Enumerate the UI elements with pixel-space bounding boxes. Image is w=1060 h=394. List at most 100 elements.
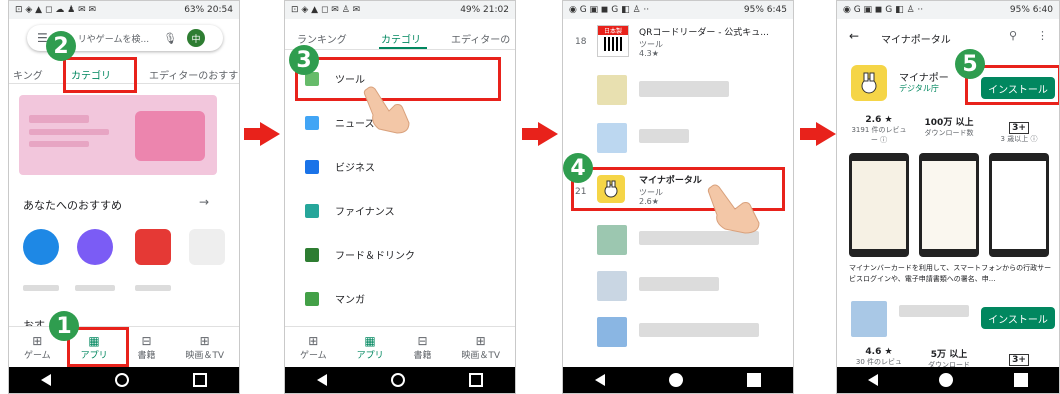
nav-games[interactable]: ⊞ ゲーム (24, 334, 51, 361)
back-icon[interactable] (41, 374, 51, 386)
banner-illustration (135, 111, 205, 161)
search-icon[interactable]: ⚲ (1009, 29, 1017, 42)
nav-movies-label: 映画＆TV (185, 350, 225, 361)
gamepad-icon: ⊞ (308, 333, 319, 348)
android-nav-bar (563, 367, 793, 393)
nav-books-label: 書籍 (137, 350, 156, 361)
made-in-japan-badge: 日本製 (598, 26, 628, 35)
app-name-blur (75, 285, 115, 291)
stat-rating-2: 4.6 ★ 30 件のレビュ (849, 347, 909, 369)
screenshot-2[interactable] (919, 153, 979, 257)
blurred-app-row (597, 123, 627, 153)
back-icon[interactable] (867, 374, 878, 386)
category-business[interactable]: ビジネス (305, 159, 375, 174)
app-icon[interactable] (189, 229, 225, 265)
manga-icon (305, 291, 319, 306)
pointing-hand-icon (707, 184, 760, 234)
search-placeholder[interactable]: リやゲームを検... (78, 32, 149, 45)
flow-arrow-1 (244, 122, 280, 146)
phone-screen-4: ◉ G ▣ ◼ G ◧ ♙ ·· 95% 6:40 ← マイナポータル ⚲ ⋮ … (836, 0, 1060, 394)
nav-books[interactable]: ⊟ 書籍 (413, 334, 431, 361)
nav-apps-label: アプリ (356, 350, 384, 361)
stat-downloads: 100万 以上 ダウンロード数 (919, 115, 979, 138)
screenshot-1[interactable] (849, 153, 909, 257)
recents-icon[interactable] (1014, 373, 1029, 387)
age-value: 3+ (1009, 122, 1029, 134)
status-icons: ⊡ ◈ ▲ ◻ ☁ ♟ ✉ ✉ (15, 5, 97, 15)
status-bar: ⊡ ◈ ▲ ◻ ✉ ♙ ✉ 49% 21:02 (285, 1, 515, 19)
screenshot-3[interactable] (989, 153, 1049, 257)
nav-games[interactable]: ⊞ ゲーム (300, 334, 327, 361)
tab-editors-choice[interactable]: エディターのおすす (149, 67, 238, 82)
step-badge-2: 2 (46, 31, 76, 61)
skype-app-icon[interactable] (23, 229, 59, 265)
back-icon[interactable] (595, 374, 605, 386)
app-name-blur (23, 285, 59, 291)
download-value: 100万 以上 (924, 118, 974, 128)
blurred-app-text (639, 129, 689, 143)
more-icon[interactable]: ⋮ (1037, 29, 1048, 42)
download-value-2: 5万 以上 (930, 350, 968, 360)
rating-value: 2.6 ★ (865, 115, 893, 125)
microphone-icon[interactable]: 🎙 (163, 32, 177, 45)
qr-pattern (604, 37, 622, 51)
tab-divider (285, 49, 515, 50)
status-icons: ◉ G ▣ ◼ G ◧ ♙ ·· (843, 5, 924, 15)
category-label: ビジネス (335, 163, 375, 174)
category-label: フード＆ドリンク (335, 251, 415, 262)
banner-text-blur (29, 141, 89, 147)
highlight-categories-tab (63, 57, 137, 93)
app-title[interactable]: QRコードリーダー - 公式キュ... (639, 25, 769, 38)
step-badge-1: 1 (49, 311, 79, 341)
install-button-2[interactable]: インストール (981, 307, 1055, 329)
arrow-right-icon[interactable]: → (199, 195, 209, 209)
category-label: ファイナンス (335, 207, 395, 218)
category-food-drink[interactable]: フード＆ドリンク (305, 247, 415, 262)
nav-movies[interactable]: ⊞ 映画＆TV (461, 334, 500, 361)
avatar[interactable]: 中 (187, 29, 206, 47)
flow-arrow-2 (522, 122, 558, 146)
rating-value-2: 4.6 ★ (865, 347, 893, 357)
book-icon: ⊟ (141, 333, 152, 348)
flow-arrow-3 (800, 122, 836, 146)
android-nav-bar (285, 367, 515, 393)
recents-icon[interactable] (747, 373, 761, 387)
nav-apps[interactable]: ▦ アプリ (357, 334, 384, 361)
blurred-app-row (597, 225, 627, 255)
category-manga[interactable]: マンガ (305, 291, 365, 306)
back-arrow-icon[interactable]: ← (849, 29, 859, 43)
status-icons: ◉ G ▣ ◼ G ◧ ♙ ·· (569, 5, 650, 15)
home-icon[interactable] (391, 373, 405, 387)
home-icon[interactable] (938, 373, 953, 387)
status-battery-time: 95% 6:40 (1009, 5, 1053, 15)
nav-books[interactable]: ⊟ 書籍 (137, 334, 155, 361)
business-chart-icon (305, 159, 319, 174)
pointing-hand-icon (363, 86, 410, 134)
film-icon: ⊞ (475, 333, 486, 348)
recents-icon[interactable] (469, 373, 483, 387)
status-battery-time: 63% 20:54 (184, 5, 233, 15)
gamepad-icon: ⊞ (32, 333, 43, 348)
back-icon[interactable] (317, 374, 327, 386)
tab-categories[interactable]: カテゴリ (381, 31, 421, 46)
qr-app-icon[interactable]: 日本製 (597, 25, 629, 57)
messenger-app-icon[interactable] (77, 229, 113, 265)
promo-banner[interactable] (19, 95, 217, 175)
apps-grid-icon: ▦ (364, 333, 376, 348)
step-badge-5: 5 (955, 49, 985, 79)
recents-icon[interactable] (193, 373, 207, 387)
home-icon[interactable] (115, 373, 129, 387)
blurred-app-text (639, 323, 759, 337)
app-name-blur (135, 285, 171, 291)
stat-age-2: 3+ (989, 347, 1049, 366)
developer-name[interactable]: デジタル庁 (899, 83, 939, 94)
tab-ranking[interactable]: キング (13, 67, 43, 82)
tab-ranking[interactable]: ランキング (297, 31, 347, 46)
nav-movies[interactable]: ⊞ 映画＆TV (185, 334, 224, 361)
phone-screen-3: ◉ G ▣ ◼ G ◧ ♙ ·· 95% 6:45 18 日本製 QRコードリー… (562, 0, 794, 394)
tab-editors-choice[interactable]: エディターの (451, 31, 510, 46)
app-icon[interactable] (135, 229, 171, 265)
category-finance[interactable]: ファイナンス (305, 203, 395, 218)
home-icon[interactable] (669, 373, 683, 387)
age-value-2: 3+ (1009, 354, 1029, 366)
